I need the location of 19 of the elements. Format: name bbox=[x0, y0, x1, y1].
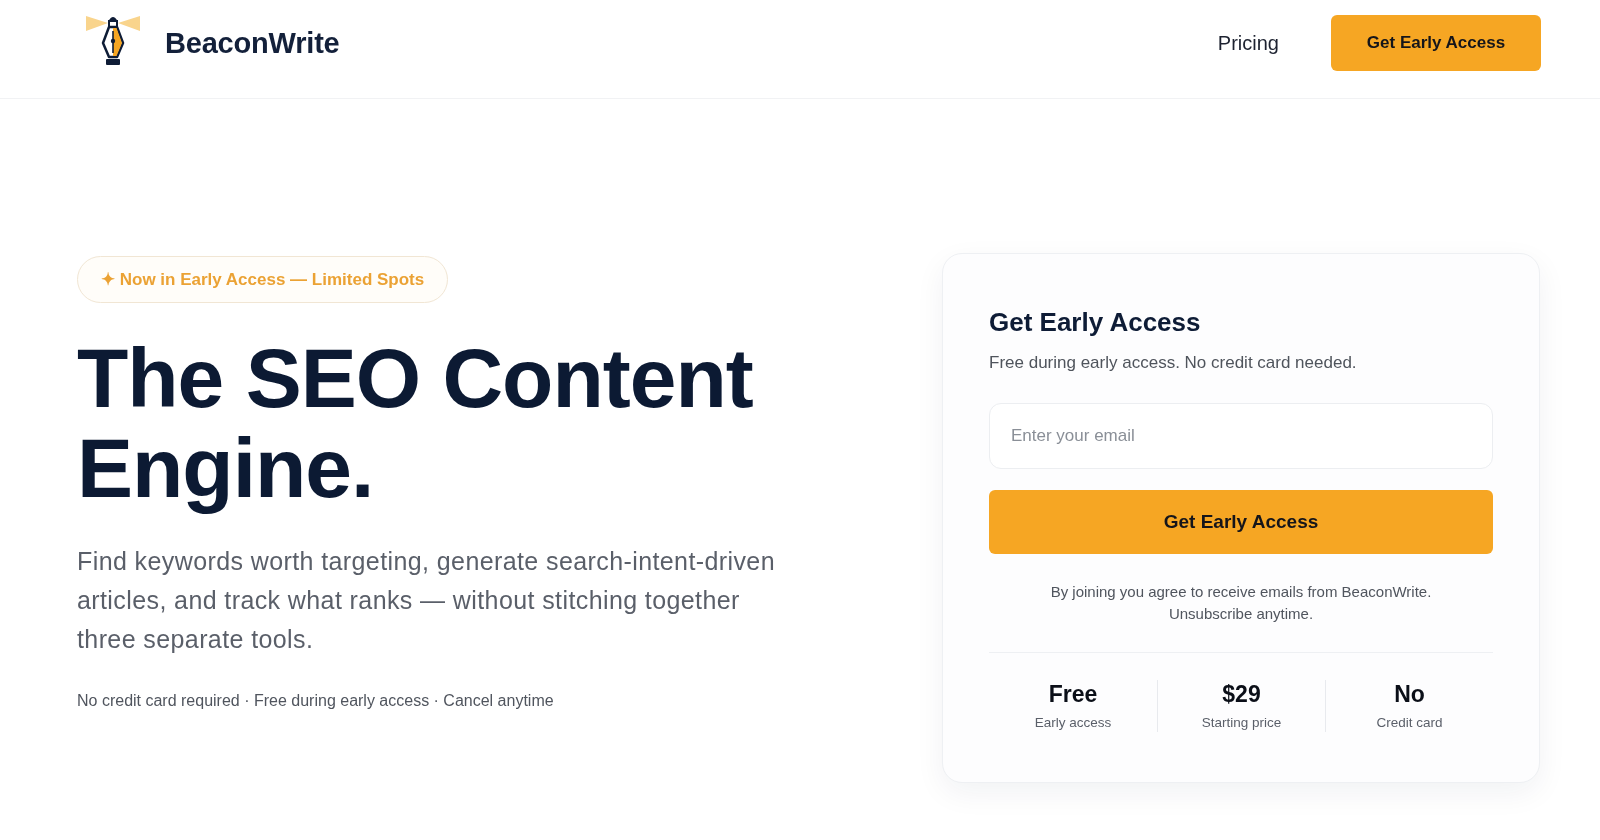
hero-description: Find keywords worth targeting, generate search-intent-driven articles, and track what ranks — without stitching together three separate tools. bbox=[77, 546, 776, 655]
stat-value: Free bbox=[1048, 680, 1098, 708]
early-access-badge: ✦ Now in Early Access — Limited Spots bbox=[77, 256, 449, 303]
email-input[interactable]: Enter your email bbox=[989, 403, 1493, 469]
stat-label: Early access bbox=[1034, 714, 1112, 732]
card-subtitle: Free during early access. No credit card needed. bbox=[989, 352, 1358, 374]
consent-text: By joining you agree to receive emails from BeaconWrite. Unsubscribe anytime. bbox=[1049, 582, 1433, 624]
pricing-link[interactable]: Pricing bbox=[1217, 31, 1279, 55]
submit-button[interactable]: Get Early Access bbox=[989, 490, 1493, 554]
stat-value: $29 bbox=[1222, 680, 1261, 708]
stat-label: Credit card bbox=[1376, 714, 1443, 732]
early-access-button[interactable]: Get Early Access bbox=[1331, 15, 1541, 71]
brand-name: BeaconWrite bbox=[165, 26, 340, 60]
card-title: Get Early Access bbox=[989, 306, 1202, 338]
lighthouse-nib-icon bbox=[85, 13, 141, 67]
hero-title: The SEO Content Engine. bbox=[77, 333, 754, 513]
hero-footnote: No credit card required · Free during early access · Cancel anytime bbox=[77, 691, 555, 711]
stat-value: No bbox=[1394, 680, 1425, 708]
stat-label: Starting price bbox=[1201, 714, 1282, 732]
